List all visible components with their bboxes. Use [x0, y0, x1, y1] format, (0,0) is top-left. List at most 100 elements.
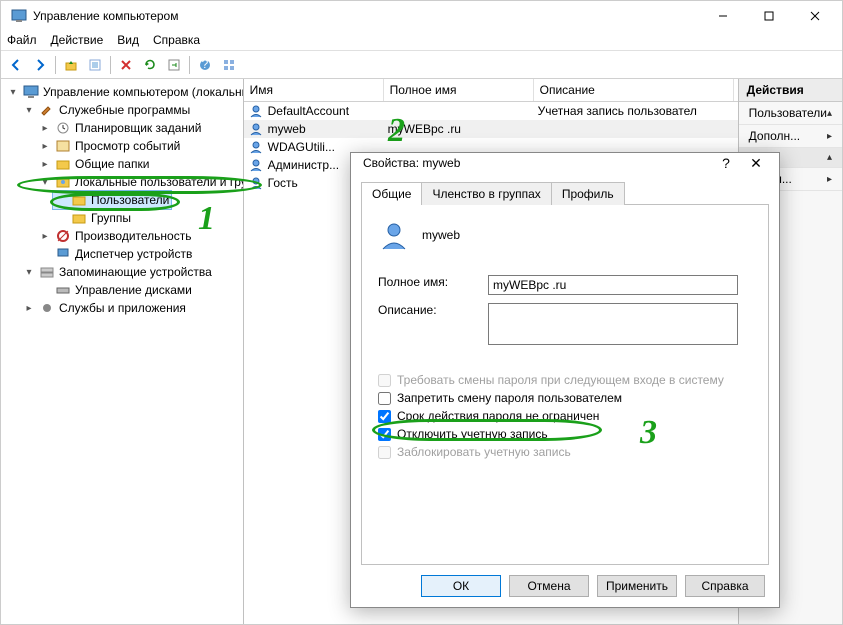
app-icon: [11, 8, 27, 24]
event-icon: [55, 138, 71, 154]
folder-icon: [71, 192, 87, 208]
cannot-change-password-checkbox[interactable]: Запретить смену пароля пользователем: [378, 391, 752, 405]
checkbox-input[interactable]: [378, 410, 391, 423]
expand-icon[interactable]: ▾: [39, 177, 51, 188]
tree-device-manager[interactable]: ▸Диспетчер устройств: [37, 245, 194, 263]
menu-action[interactable]: Действие: [51, 33, 104, 48]
dialog-help-button[interactable]: ?: [711, 155, 741, 171]
arrow-up-icon: ▴: [827, 152, 832, 163]
up-folder-button[interactable]: [60, 54, 82, 76]
cell-desc: Учетная запись пользовател: [538, 104, 697, 118]
view-button[interactable]: [218, 54, 240, 76]
maximize-button[interactable]: [746, 1, 792, 31]
cell-name: DefaultAccount: [268, 104, 349, 118]
tree-label: Группы: [91, 211, 131, 225]
tree-system-tools[interactable]: ▾ Служебные программы: [21, 101, 192, 119]
list-header: Имя Полное имя Описание: [244, 79, 738, 102]
fullname-input[interactable]: [488, 275, 738, 295]
tree-label: Управление компьютером (локальным): [43, 85, 244, 99]
list-row[interactable]: DefaultAccount Учетная запись пользовате…: [244, 102, 738, 120]
tree-task-scheduler[interactable]: ▸ Планировщик заданий: [37, 119, 203, 137]
tree-local-users-groups[interactable]: ▾ Локальные пользователи и группы: [37, 173, 244, 191]
action-more[interactable]: Дополн...▸: [739, 125, 842, 148]
apply-button[interactable]: Применить: [597, 575, 677, 597]
col-name[interactable]: Имя: [244, 79, 384, 101]
tree-label: Служебные программы: [59, 103, 190, 117]
help-button[interactable]: Справка: [685, 575, 765, 597]
tree-services-apps[interactable]: ▸ Службы и приложения: [21, 299, 188, 317]
tree-performance[interactable]: ▸ Производительность: [37, 227, 193, 245]
tree-event-viewer[interactable]: ▸ Просмотр событий: [37, 137, 182, 155]
tree-groups[interactable]: ▸Группы: [53, 209, 133, 227]
col-description[interactable]: Описание: [534, 79, 734, 101]
tree-label: Планировщик заданий: [75, 121, 201, 135]
close-button[interactable]: [792, 1, 838, 31]
menubar: Файл Действие Вид Справка: [1, 31, 842, 51]
tools-icon: [39, 102, 55, 118]
tree-label: Управление дисками: [75, 283, 192, 297]
tree-label: Службы и приложения: [59, 301, 186, 315]
folder-icon: [55, 156, 71, 172]
tab-membership[interactable]: Членство в группах: [421, 182, 551, 205]
menu-file[interactable]: Файл: [7, 33, 37, 48]
checkbox-input[interactable]: [378, 428, 391, 441]
tree-storage[interactable]: ▾ Запоминающие устройства: [21, 263, 214, 281]
description-input[interactable]: [488, 303, 738, 345]
checkbox-input: [378, 446, 391, 459]
password-never-expires-checkbox[interactable]: Срок действия пароля не ограничен: [378, 409, 752, 423]
forward-button[interactable]: [29, 54, 51, 76]
expand-icon[interactable]: ▸: [39, 123, 51, 134]
account-disabled-checkbox[interactable]: Отключить учетную запись: [378, 427, 752, 441]
back-button[interactable]: [5, 54, 27, 76]
dialog-title: Свойства: myweb: [363, 156, 711, 170]
computer-icon: [23, 84, 39, 100]
expand-icon[interactable]: ▸: [39, 141, 51, 152]
expand-icon[interactable]: ▸: [23, 303, 35, 314]
ok-button[interactable]: ОК: [421, 575, 501, 597]
dialog-close-button[interactable]: ✕: [741, 155, 771, 172]
tree-shared-folders[interactable]: ▸ Общие папки: [37, 155, 151, 173]
tree-root[interactable]: ▾ Управление компьютером (локальным): [5, 83, 244, 101]
cancel-button[interactable]: Отмена: [509, 575, 589, 597]
folder-icon: [71, 210, 87, 226]
tree-label: Общие папки: [75, 157, 149, 171]
username-label: myweb: [422, 228, 460, 242]
tree-label: Пользователи: [91, 193, 169, 207]
arrow-right-icon: ▸: [827, 174, 832, 185]
export-button[interactable]: [163, 54, 185, 76]
fullname-row: Полное имя:: [378, 275, 752, 295]
checkbox-input[interactable]: [378, 392, 391, 405]
toolbar: ?: [1, 51, 842, 79]
minimize-button[interactable]: [700, 1, 746, 31]
properties-button[interactable]: [84, 54, 106, 76]
tree-pane: ▾ Управление компьютером (локальным) ▾ С…: [1, 79, 244, 624]
expand-icon[interactable]: ▾: [23, 267, 35, 278]
expand-icon[interactable]: ▾: [7, 87, 19, 98]
expand-icon[interactable]: ▾: [23, 105, 35, 116]
clock-icon: [55, 120, 71, 136]
tab-profile[interactable]: Профиль: [551, 182, 625, 205]
expand-icon[interactable]: ▸: [39, 231, 51, 242]
perf-icon: [55, 228, 71, 244]
arrow-up-icon: ▴: [827, 108, 832, 119]
tree-label: Просмотр событий: [75, 139, 180, 153]
col-fullname[interactable]: Полное имя: [384, 79, 534, 101]
tab-general[interactable]: Общие: [361, 182, 422, 205]
tree-label: Производительность: [75, 229, 191, 243]
tree-users[interactable]: ▸Пользователи: [53, 191, 171, 209]
menu-view[interactable]: Вид: [117, 33, 139, 48]
tree-label: Локальные пользователи и группы: [75, 175, 244, 189]
cell-full: myWEBpc .ru: [388, 122, 461, 136]
dialog-tabs: Общие Членство в группах Профиль: [361, 181, 769, 205]
window-title: Управление компьютером: [33, 9, 700, 23]
help-button[interactable]: ?: [194, 54, 216, 76]
list-row[interactable]: myweb myWEBpc .ru: [244, 120, 738, 138]
delete-button[interactable]: [115, 54, 137, 76]
tree-label: Запоминающие устройства: [59, 265, 212, 279]
action-users[interactable]: Пользователи▴: [739, 102, 842, 125]
tree-disk-management[interactable]: ▸Управление дисками: [37, 281, 194, 299]
menu-help[interactable]: Справка: [153, 33, 200, 48]
refresh-button[interactable]: [139, 54, 161, 76]
must-change-password-checkbox: Требовать смены пароля при следующем вхо…: [378, 373, 752, 387]
expand-icon[interactable]: ▸: [39, 159, 51, 170]
